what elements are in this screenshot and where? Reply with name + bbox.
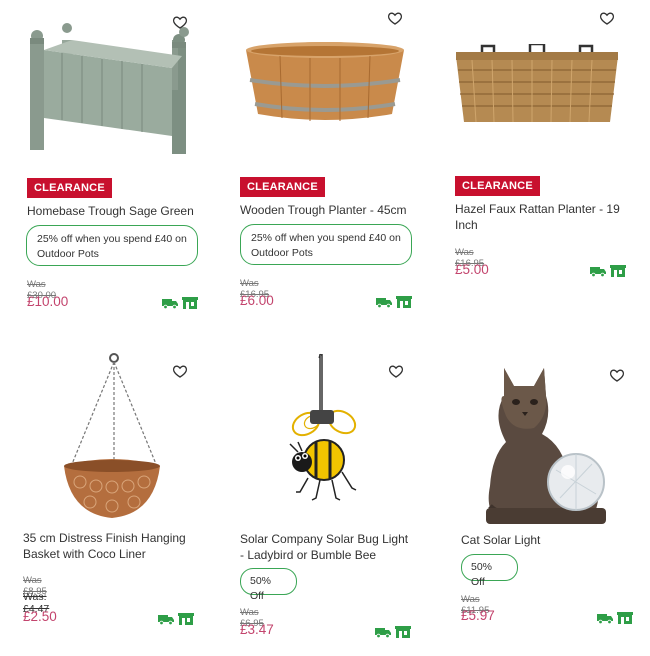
click-collect-icon	[610, 264, 626, 282]
clearance-badge: CLEARANCE	[240, 177, 325, 197]
current-price: £6.00	[240, 293, 274, 308]
heart-icon	[609, 369, 625, 382]
product-title[interactable]: Wooden Trough Planter - 45cm	[240, 202, 430, 218]
clearance-badge: CLEARANCE	[27, 178, 112, 198]
heart-icon	[172, 16, 188, 29]
current-price: £10.00	[27, 294, 69, 309]
heart-icon	[388, 365, 404, 378]
wishlist-button[interactable]	[172, 14, 188, 30]
wishlist-button[interactable]	[599, 10, 615, 26]
product-image[interactable]	[58, 352, 166, 522]
product-image[interactable]	[484, 356, 610, 526]
current-price: £5.00	[455, 262, 489, 277]
product-title[interactable]: 35 cm Distress Finish Hanging Basket wit…	[23, 530, 203, 562]
home-delivery-icon	[158, 612, 174, 630]
wishlist-button[interactable]	[172, 363, 188, 379]
heart-icon	[599, 12, 615, 25]
product-image[interactable]	[452, 44, 622, 126]
current-price: £2.50	[23, 609, 57, 624]
click-collect-icon	[178, 612, 194, 630]
delivery-options	[590, 264, 626, 282]
heart-icon	[172, 365, 188, 378]
promo-pill[interactable]: 50% Off	[240, 568, 297, 602]
product-title[interactable]: Cat Solar Light	[461, 532, 621, 548]
click-collect-icon	[395, 625, 411, 643]
promo-pill[interactable]: 50% Off	[461, 554, 518, 588]
product-image[interactable]	[22, 18, 202, 158]
delivery-options	[158, 612, 194, 630]
product-title[interactable]: Hazel Faux Rattan Planter - 19 Inch	[455, 201, 625, 233]
product-title[interactable]: Homebase Trough Sage Green	[27, 203, 207, 219]
wishlist-button[interactable]	[609, 367, 625, 383]
promo-pill[interactable]: 25% off when you spend £40 on Outdoor Po…	[240, 224, 412, 265]
current-price: £3.47	[240, 622, 274, 637]
delivery-options	[162, 296, 198, 314]
clearance-badge: CLEARANCE	[455, 176, 540, 196]
home-delivery-icon	[590, 264, 606, 282]
click-collect-icon	[182, 296, 198, 314]
current-price: £5.97	[461, 608, 495, 623]
delivery-options	[597, 611, 633, 629]
heart-icon	[387, 12, 403, 25]
product-image[interactable]	[240, 40, 410, 126]
home-delivery-icon	[376, 295, 392, 313]
product-title[interactable]: Solar Company Solar Bug Light - Ladybird…	[240, 531, 410, 563]
wishlist-button[interactable]	[388, 363, 404, 379]
click-collect-icon	[396, 295, 412, 313]
promo-pill[interactable]: 25% off when you spend £40 on Outdoor Po…	[26, 225, 198, 266]
wishlist-button[interactable]	[387, 10, 403, 26]
click-collect-icon	[617, 611, 633, 629]
home-delivery-icon	[375, 625, 391, 643]
delivery-options	[376, 295, 412, 313]
delivery-options	[375, 625, 411, 643]
product-image[interactable]	[286, 352, 366, 508]
home-delivery-icon	[162, 296, 178, 314]
home-delivery-icon	[597, 611, 613, 629]
